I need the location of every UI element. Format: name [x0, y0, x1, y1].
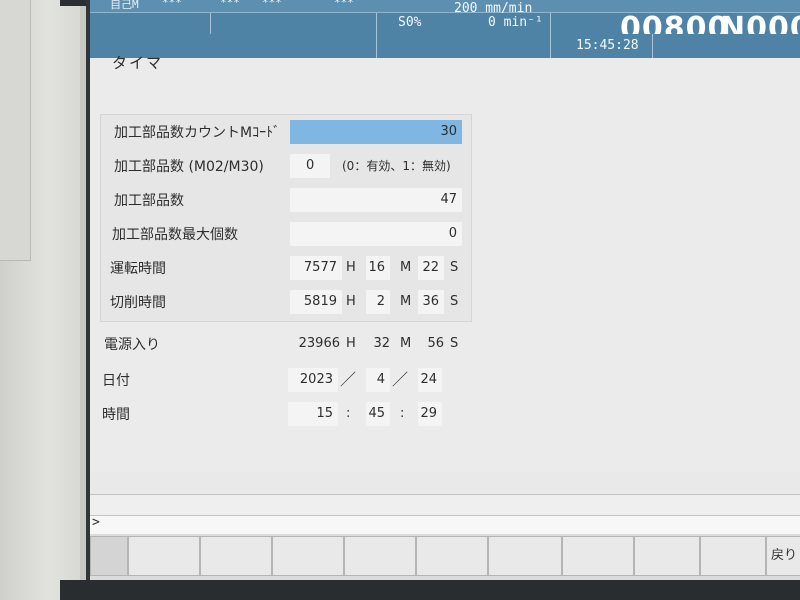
date-separator: ／	[392, 370, 409, 389]
counter-group	[100, 114, 472, 322]
command-input[interactable]: >	[90, 515, 800, 535]
softkey-6[interactable]	[488, 536, 562, 576]
softkey-7[interactable]	[562, 536, 634, 576]
message-bar	[90, 494, 800, 516]
minutes-unit: M	[400, 336, 412, 351]
count-mcode-label: 加工部品数カウントMｺｰﾄﾞ	[114, 125, 281, 141]
status-label-4: ***	[334, 0, 354, 9]
cut-time-label: 切削時間	[110, 295, 166, 311]
softkey-2[interactable]	[200, 536, 272, 576]
softkey-bar: 戻り	[90, 534, 800, 580]
header-clock-row: 15:45:28	[90, 34, 800, 59]
parts-count-field[interactable]: 47	[290, 188, 462, 212]
header-divider	[210, 13, 211, 35]
time-separator: :	[400, 406, 405, 421]
count-m02-m30-label: 加工部品数 (M02/M30)	[114, 159, 264, 175]
header-feed-row: 200 mm/min S0% 0 min⁻¹ 00800 N0000	[90, 1, 800, 46]
count-m02-m30-note: (0：有効、1：無効)	[342, 159, 451, 173]
softkey-left-arrow[interactable]	[90, 536, 128, 576]
seconds-unit: S	[450, 336, 459, 351]
header-divider	[376, 34, 377, 58]
run-time-seconds[interactable]: 22	[418, 256, 444, 280]
status-label-1: ***	[162, 0, 182, 9]
seconds-unit: S	[450, 260, 459, 275]
time-second[interactable]: 29	[418, 402, 442, 426]
count-mcode-field[interactable]: 30	[290, 120, 462, 144]
minutes-unit: M	[400, 294, 412, 309]
softkey-4[interactable]	[344, 536, 416, 576]
page-title: タイマ	[112, 54, 164, 72]
bezel-panel	[0, 0, 31, 261]
status-label-3: ***	[262, 0, 282, 9]
cut-time-seconds[interactable]: 36	[418, 290, 444, 314]
seconds-unit: S	[450, 294, 459, 309]
softkey-8[interactable]	[634, 536, 700, 576]
header-divider	[652, 34, 653, 58]
header-divider	[376, 13, 377, 35]
softkey-9[interactable]	[700, 536, 766, 576]
count-m02-m30-field[interactable]: 0	[290, 154, 330, 178]
power-on-hours: 23966	[298, 336, 340, 351]
hours-unit: H	[346, 294, 356, 309]
date-separator: ／	[340, 370, 357, 389]
machine-bezel	[0, 0, 80, 600]
header-clock: 15:45:28	[576, 38, 639, 53]
time-minute[interactable]: 45	[366, 402, 390, 426]
date-day[interactable]: 24	[418, 368, 442, 392]
cut-time-minutes[interactable]: 2	[366, 290, 390, 314]
power-on-seconds: 56	[427, 336, 444, 351]
command-prompt: >	[92, 515, 100, 530]
time-separator: :	[346, 406, 351, 421]
mode-label: 自己M	[110, 0, 139, 11]
override-readout: S0%	[398, 15, 422, 30]
hours-unit: H	[346, 260, 356, 275]
back-button[interactable]: 戻り	[766, 536, 800, 576]
time-label: 時間	[102, 407, 130, 423]
parts-max-label: 加工部品数最大個数	[112, 227, 238, 243]
status-header: 自己M *** *** *** *** 200 mm/min S0% 0 min…	[90, 0, 800, 60]
run-time-label: 運転時間	[110, 261, 166, 277]
date-label: 日付	[102, 373, 130, 389]
run-time-hours[interactable]: 7577	[290, 256, 342, 280]
power-on-minutes: 32	[373, 336, 390, 351]
bezel-bottom-frame	[60, 580, 800, 600]
date-month[interactable]: 4	[366, 368, 390, 392]
spindle-speed-readout: 0 min⁻¹	[488, 15, 543, 30]
power-on-label: 電源入り	[104, 337, 160, 353]
minutes-unit: M	[400, 260, 412, 275]
header-divider	[550, 34, 551, 58]
softkey-3[interactable]	[272, 536, 344, 576]
run-time-minutes[interactable]: 16	[366, 256, 390, 280]
status-label-2: ***	[220, 0, 240, 9]
date-year[interactable]: 2023	[288, 368, 338, 392]
parts-count-label: 加工部品数	[114, 193, 184, 209]
header-divider	[550, 13, 551, 35]
parts-max-field[interactable]: 0	[290, 222, 462, 246]
time-hour[interactable]: 15	[288, 402, 338, 426]
softkey-5[interactable]	[416, 536, 488, 576]
timer-page: タイマ 加工部品数カウントMｺｰﾄﾞ 30 加工部品数 (M02/M30) 0 …	[90, 54, 800, 472]
hours-unit: H	[346, 336, 356, 351]
feed-rate-readout: 200 mm/min	[454, 1, 533, 16]
softkey-1[interactable]	[128, 536, 200, 576]
cnc-screen: 自己M *** *** *** *** 200 mm/min S0% 0 min…	[86, 0, 800, 580]
cut-time-hours[interactable]: 5819	[290, 290, 342, 314]
